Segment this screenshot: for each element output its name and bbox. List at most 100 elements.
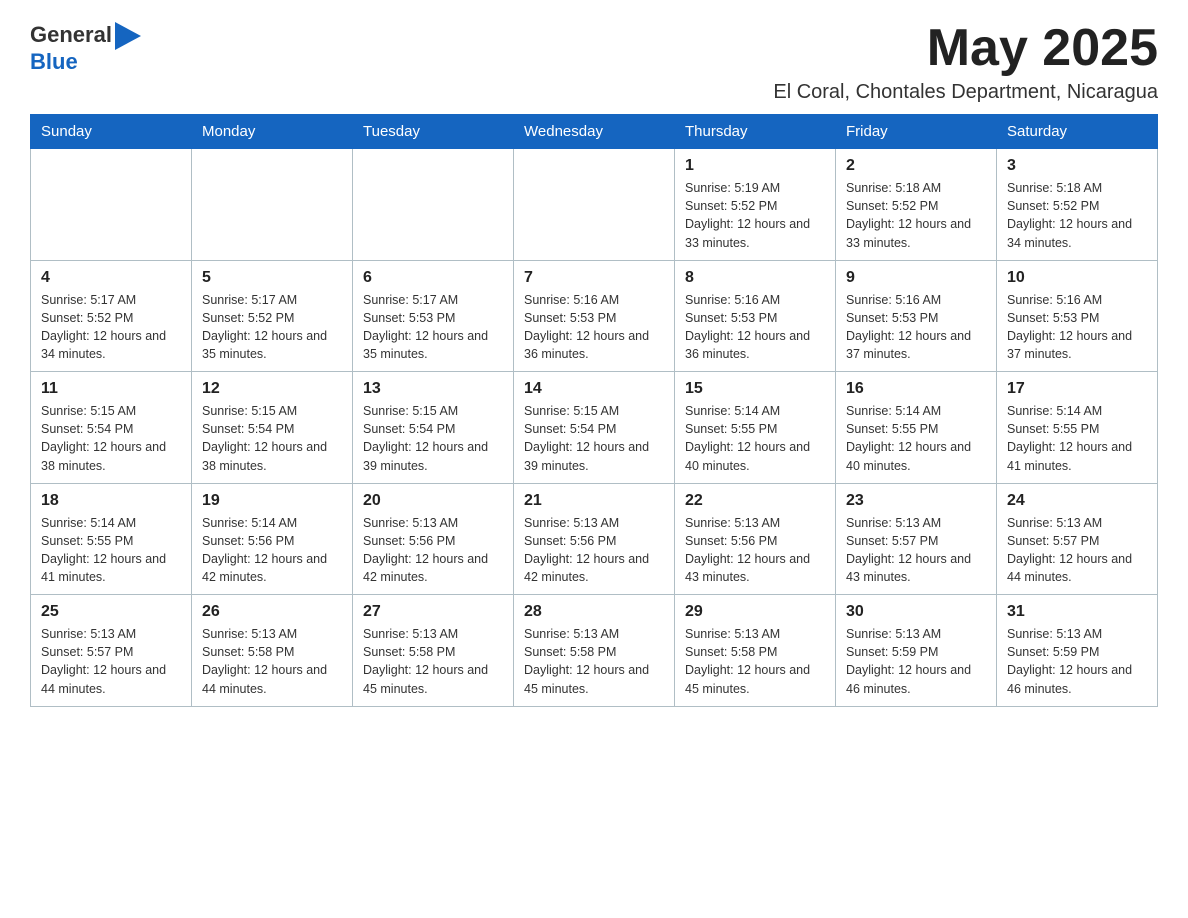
- weekday-header-sunday: Sunday: [31, 115, 192, 149]
- calendar-cell: 3Sunrise: 5:18 AM Sunset: 5:52 PM Daylig…: [997, 149, 1158, 261]
- day-info: Sunrise: 5:13 AM Sunset: 5:56 PM Dayligh…: [363, 514, 503, 587]
- day-number: 9: [846, 269, 986, 287]
- day-number: 4: [41, 269, 181, 287]
- weekday-header-saturday: Saturday: [997, 115, 1158, 149]
- day-number: 14: [524, 380, 664, 398]
- calendar-cell: 1Sunrise: 5:19 AM Sunset: 5:52 PM Daylig…: [675, 149, 836, 261]
- day-info: Sunrise: 5:13 AM Sunset: 5:56 PM Dayligh…: [524, 514, 664, 587]
- day-number: 7: [524, 269, 664, 287]
- calendar-cell: 7 Sunrise: 5:16 AM Sunset: 5:53 PM Daylig…: [514, 260, 675, 372]
- day-info: Sunrise: 5:17 AM Sunset: 5:53 PM Dayligh…: [363, 291, 503, 364]
- day-info: Sunrise: 5:14 AM Sunset: 5:55 PM Dayligh…: [846, 402, 986, 475]
- calendar-cell: 17Sunrise: 5:14 AM Sunset: 5:55 PM Dayli…: [997, 372, 1158, 484]
- calendar-cell: 4 Sunrise: 5:17 AM Sunset: 5:52 PM Daylig…: [31, 260, 192, 372]
- day-info: Sunrise: 5:16 AM Sunset: 5:53 PM Dayligh…: [846, 291, 986, 364]
- day-info: Sunrise: 5:17 AM Sunset: 5:52 PM Dayligh…: [41, 291, 181, 364]
- calendar-cell: 10 Sunrise: 5:16 AM Sunset: 5:53 PM Dayli…: [997, 260, 1158, 372]
- day-info: Sunrise: 5:18 AM Sunset: 5:52 PM Dayligh…: [846, 179, 986, 252]
- day-info: Sunrise: 5:16 AM Sunset: 5:53 PM Dayligh…: [685, 291, 825, 364]
- location-subtitle: El Coral, Chontales Department, Nicaragu…: [773, 81, 1158, 104]
- week-row-4: 18Sunrise: 5:14 AM Sunset: 5:55 PM Dayli…: [31, 483, 1158, 595]
- calendar-cell: 14 Sunrise: 5:15 AM Sunset: 5:54 PM Dayli…: [514, 372, 675, 484]
- day-info: Sunrise: 5:16 AM Sunset: 5:53 PM Dayligh…: [524, 291, 664, 364]
- calendar-cell: 30 Sunrise: 5:13 AM Sunset: 5:59 PM Dayli…: [836, 595, 997, 707]
- day-number: 20: [363, 492, 503, 510]
- day-number: 17: [1007, 380, 1147, 398]
- day-info: Sunrise: 5:16 AM Sunset: 5:53 PM Dayligh…: [1007, 291, 1147, 364]
- calendar-cell: 27Sunrise: 5:13 AM Sunset: 5:58 PM Dayli…: [353, 595, 514, 707]
- day-info: Sunrise: 5:15 AM Sunset: 5:54 PM Dayligh…: [363, 402, 503, 475]
- day-number: 22: [685, 492, 825, 510]
- day-number: 28: [524, 603, 664, 621]
- day-number: 16: [846, 380, 986, 398]
- calendar-cell: 19 Sunrise: 5:14 AM Sunset: 5:56 PM Dayli…: [192, 483, 353, 595]
- day-number: 23: [846, 492, 986, 510]
- calendar-cell: 21Sunrise: 5:13 AM Sunset: 5:56 PM Dayli…: [514, 483, 675, 595]
- calendar-cell: 2 Sunrise: 5:18 AM Sunset: 5:52 PM Daylig…: [836, 149, 997, 261]
- day-info: Sunrise: 5:13 AM Sunset: 5:57 PM Dayligh…: [41, 625, 181, 698]
- day-number: 26: [202, 603, 342, 621]
- weekday-header-tuesday: Tuesday: [353, 115, 514, 149]
- calendar-cell: 31Sunrise: 5:13 AM Sunset: 5:59 PM Dayli…: [997, 595, 1158, 707]
- calendar-cell: 28Sunrise: 5:13 AM Sunset: 5:58 PM Dayli…: [514, 595, 675, 707]
- weekday-header-thursday: Thursday: [675, 115, 836, 149]
- calendar-cell: 13Sunrise: 5:15 AM Sunset: 5:54 PM Dayli…: [353, 372, 514, 484]
- calendar-table: SundayMondayTuesdayWednesdayThursdayFrid…: [30, 114, 1158, 707]
- calendar-cell: 9 Sunrise: 5:16 AM Sunset: 5:53 PM Daylig…: [836, 260, 997, 372]
- calendar-cell: 29 Sunrise: 5:13 AM Sunset: 5:58 PM Dayli…: [675, 595, 836, 707]
- month-title: May 2025: [773, 20, 1158, 77]
- calendar-cell: 15Sunrise: 5:14 AM Sunset: 5:55 PM Dayli…: [675, 372, 836, 484]
- calendar-cell: [514, 149, 675, 261]
- day-number: 19: [202, 492, 342, 510]
- calendar-cell: [192, 149, 353, 261]
- day-info: Sunrise: 5:14 AM Sunset: 5:56 PM Dayligh…: [202, 514, 342, 587]
- logo: General Blue: [30, 20, 141, 74]
- calendar-cell: 5 Sunrise: 5:17 AM Sunset: 5:52 PM Daylig…: [192, 260, 353, 372]
- day-number: 8: [685, 269, 825, 287]
- weekday-header-friday: Friday: [836, 115, 997, 149]
- day-number: 27: [363, 603, 503, 621]
- calendar-cell: 26 Sunrise: 5:13 AM Sunset: 5:58 PM Dayli…: [192, 595, 353, 707]
- day-number: 24: [1007, 492, 1147, 510]
- day-number: 10: [1007, 269, 1147, 287]
- calendar-cell: [31, 149, 192, 261]
- day-number: 5: [202, 269, 342, 287]
- calendar-cell: 24 Sunrise: 5:13 AM Sunset: 5:57 PM Dayli…: [997, 483, 1158, 595]
- day-info: Sunrise: 5:13 AM Sunset: 5:57 PM Dayligh…: [1007, 514, 1147, 587]
- day-info: Sunrise: 5:14 AM Sunset: 5:55 PM Dayligh…: [685, 402, 825, 475]
- calendar-cell: 25 Sunrise: 5:13 AM Sunset: 5:57 PM Dayli…: [31, 595, 192, 707]
- day-number: 29: [685, 603, 825, 621]
- day-number: 11: [41, 380, 181, 398]
- day-info: Sunrise: 5:13 AM Sunset: 5:56 PM Dayligh…: [685, 514, 825, 587]
- title-section: May 2025 El Coral, Chontales Department,…: [773, 20, 1158, 104]
- day-number: 2: [846, 157, 986, 175]
- day-number: 3: [1007, 157, 1147, 175]
- weekday-header-monday: Monday: [192, 115, 353, 149]
- calendar-cell: 6 Sunrise: 5:17 AM Sunset: 5:53 PM Daylig…: [353, 260, 514, 372]
- calendar-cell: 23 Sunrise: 5:13 AM Sunset: 5:57 PM Dayli…: [836, 483, 997, 595]
- weekday-header-row: SundayMondayTuesdayWednesdayThursdayFrid…: [31, 115, 1158, 149]
- day-info: Sunrise: 5:17 AM Sunset: 5:52 PM Dayligh…: [202, 291, 342, 364]
- day-info: Sunrise: 5:13 AM Sunset: 5:57 PM Dayligh…: [846, 514, 986, 587]
- week-row-3: 11 Sunrise: 5:15 AM Sunset: 5:54 PM Dayli…: [31, 372, 1158, 484]
- week-row-1: 1Sunrise: 5:19 AM Sunset: 5:52 PM Daylig…: [31, 149, 1158, 261]
- day-info: Sunrise: 5:15 AM Sunset: 5:54 PM Dayligh…: [202, 402, 342, 475]
- day-info: Sunrise: 5:19 AM Sunset: 5:52 PM Dayligh…: [685, 179, 825, 252]
- day-info: Sunrise: 5:15 AM Sunset: 5:54 PM Dayligh…: [524, 402, 664, 475]
- day-number: 6: [363, 269, 503, 287]
- week-row-5: 25 Sunrise: 5:13 AM Sunset: 5:57 PM Dayli…: [31, 595, 1158, 707]
- day-info: Sunrise: 5:13 AM Sunset: 5:58 PM Dayligh…: [202, 625, 342, 698]
- day-info: Sunrise: 5:13 AM Sunset: 5:59 PM Dayligh…: [846, 625, 986, 698]
- week-row-2: 4 Sunrise: 5:17 AM Sunset: 5:52 PM Daylig…: [31, 260, 1158, 372]
- calendar-cell: 8 Sunrise: 5:16 AM Sunset: 5:53 PM Daylig…: [675, 260, 836, 372]
- calendar-cell: 18Sunrise: 5:14 AM Sunset: 5:55 PM Dayli…: [31, 483, 192, 595]
- day-info: Sunrise: 5:14 AM Sunset: 5:55 PM Dayligh…: [41, 514, 181, 587]
- day-number: 25: [41, 603, 181, 621]
- calendar-cell: 12Sunrise: 5:15 AM Sunset: 5:54 PM Dayli…: [192, 372, 353, 484]
- day-info: Sunrise: 5:13 AM Sunset: 5:58 PM Dayligh…: [685, 625, 825, 698]
- day-number: 30: [846, 603, 986, 621]
- page-header: General Blue May 2025 El Coral, Chontale…: [30, 20, 1158, 104]
- calendar-cell: 11Sunrise: 5:15 AM Sunset: 5:54 PM Dayli…: [31, 372, 192, 484]
- day-number: 31: [1007, 603, 1147, 621]
- weekday-header-wednesday: Wednesday: [514, 115, 675, 149]
